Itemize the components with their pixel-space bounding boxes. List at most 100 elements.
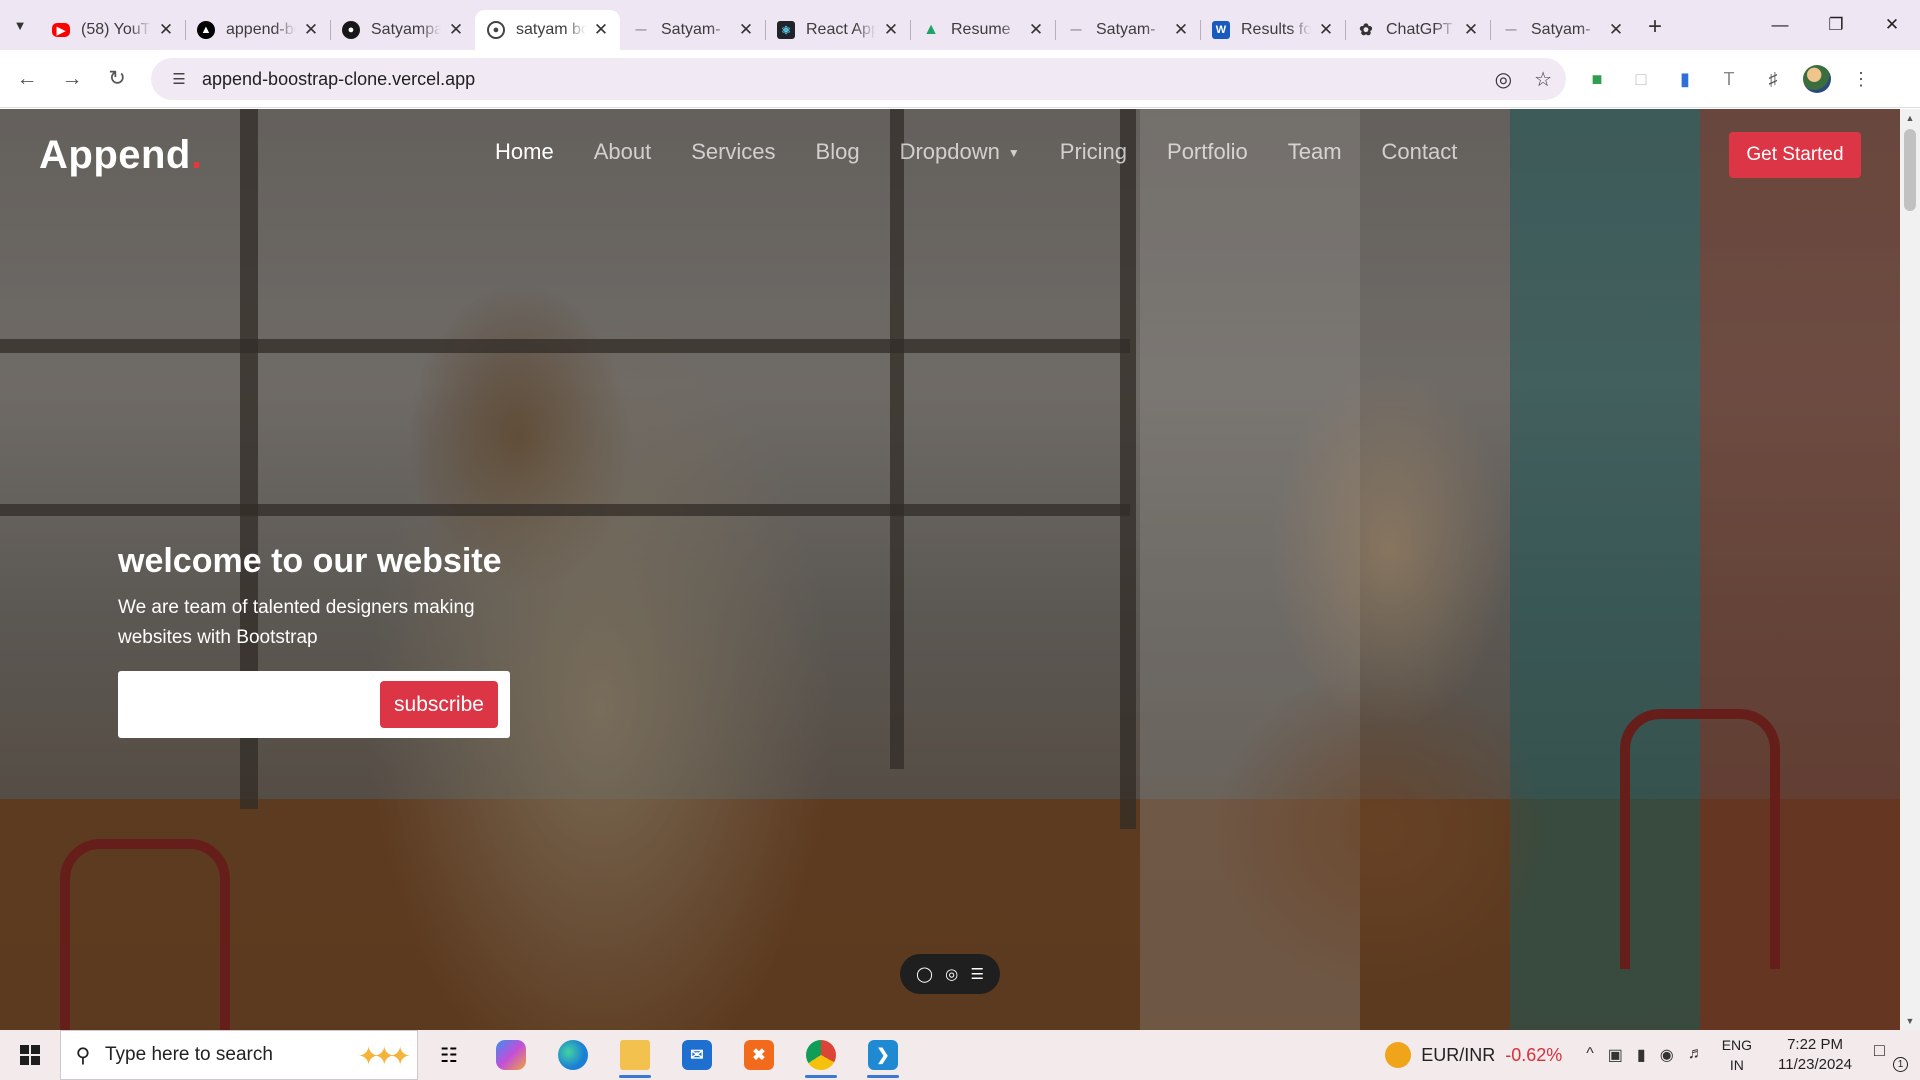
browser-tab[interactable]: ● Satyampandey ✕ [330, 10, 475, 50]
vscode-icon[interactable]: ❯ [852, 1030, 914, 1080]
file-explorer-icon[interactable] [604, 1030, 666, 1080]
minimize-icon[interactable]: — [1752, 0, 1808, 50]
back-icon[interactable]: ← [9, 61, 45, 97]
nav-blog[interactable]: Blog [816, 139, 860, 165]
close-tab-icon[interactable]: ✕ [1607, 20, 1625, 40]
tab-title: Results for [1241, 21, 1311, 38]
browser-tab[interactable]: ⚛ React App ✕ [765, 10, 910, 50]
close-tab-icon[interactable]: ✕ [1462, 20, 1480, 40]
tray-icons: ^ ▣ ▮ ◉ ♬ [1586, 1045, 1703, 1065]
new-tab-button[interactable]: + [1635, 7, 1675, 47]
tab-title: Satyam- [1531, 21, 1591, 38]
window-controls: — ❐ ✕ [1752, 0, 1920, 50]
avatar [1803, 65, 1831, 93]
get-started-button[interactable]: Get Started [1729, 132, 1861, 178]
email-input[interactable] [128, 682, 388, 727]
youtube-icon: ▶ [52, 23, 70, 37]
extension-clipboard-icon[interactable]: ▮ [1670, 64, 1700, 94]
xampp-icon[interactable]: ✖ [728, 1030, 790, 1080]
close-tab-icon[interactable]: ✕ [447, 20, 465, 40]
nav-team[interactable]: Team [1288, 139, 1342, 165]
extensions-area: ■ □ ▮ T ♯ ⋮ [1582, 58, 1876, 100]
start-button[interactable] [0, 1030, 60, 1080]
browser-tab[interactable]: ▲ Resume ✕ [910, 10, 1055, 50]
browser-tab[interactable]: — Satyam- ✕ [620, 10, 765, 50]
extension-image-icon[interactable]: □ [1626, 64, 1656, 94]
comment-icon[interactable]: ◯ [916, 965, 933, 983]
wifi-icon[interactable]: ◉ [1660, 1045, 1674, 1065]
browser-tab-strip: ▼ ▶ (58) YouTube ✕ ▲ append-boostrap ✕ ●… [0, 0, 1920, 50]
scroll-up-icon[interactable]: ▲ [1900, 109, 1920, 127]
nav-home[interactable]: Home [495, 139, 554, 165]
close-tab-icon[interactable]: ✕ [1172, 20, 1190, 40]
task-view-icon[interactable]: ☷ [418, 1030, 480, 1080]
browser-tab[interactable]: ✿ ChatGPT ✕ [1345, 10, 1490, 50]
notification-center-icon[interactable]: □ 1 [1874, 1040, 1910, 1072]
battery-icon[interactable]: ▮ [1637, 1045, 1646, 1065]
mail-logo: ✉ [682, 1040, 712, 1070]
address-bar-actions: ◎ ☆ [1495, 58, 1552, 100]
site-header: Append. Home About Services Blog Dropdow… [0, 109, 1920, 201]
nav-services[interactable]: Services [691, 139, 775, 165]
scroll-down-icon[interactable]: ▼ [1900, 1012, 1920, 1030]
browser-tab[interactable]: — Satyam- ✕ [1055, 10, 1200, 50]
close-tab-icon[interactable]: ✕ [302, 20, 320, 40]
profile-avatar[interactable] [1802, 64, 1832, 94]
clock[interactable]: 7:22 PM 11/23/2024 [1778, 1035, 1852, 1075]
hero-subtitle: We are team of talented designers making… [118, 597, 475, 648]
volume-icon[interactable]: ♬ [1688, 1045, 1704, 1065]
address-bar[interactable]: ☰ append-boostrap-clone.vercel.app ◎ ☆ [151, 58, 1566, 100]
chrome-logo [806, 1040, 836, 1070]
language-indicator[interactable]: ENG IN [1722, 1035, 1752, 1075]
extension-green-icon[interactable]: ■ [1582, 64, 1612, 94]
taskbar-search-box[interactable]: ⚲ Type here to search ✦✦✦ [60, 1030, 418, 1080]
lang-bottom: IN [1729, 1057, 1744, 1073]
chrome-icon[interactable] [790, 1030, 852, 1080]
copilot-icon[interactable] [480, 1030, 542, 1080]
site-info-icon[interactable]: ☰ [160, 70, 198, 88]
close-tab-icon[interactable]: ✕ [882, 20, 900, 40]
meet-icon[interactable]: ▣ [1608, 1045, 1623, 1065]
browser-tab-active[interactable]: ● satyam bootstrap ✕ [475, 10, 620, 50]
close-tab-icon[interactable]: ✕ [1317, 20, 1335, 40]
tab-search-icon[interactable]: ▼ [0, 0, 40, 50]
windows-taskbar: ⚲ Type here to search ✦✦✦ ☷ ✉ ✖ ❯ EUR/IN… [0, 1030, 1920, 1080]
extensions-puzzle-icon[interactable]: ♯ [1758, 64, 1788, 94]
menu-lines-icon[interactable]: ☰ [970, 965, 983, 983]
nav-contact[interactable]: Contact [1382, 139, 1458, 165]
browser-tab[interactable]: W Results for ✕ [1200, 10, 1345, 50]
browser-tab[interactable]: ▲ append-boostrap ✕ [185, 10, 330, 50]
restore-icon[interactable]: ❐ [1808, 0, 1864, 50]
search-icon: ⚲ [75, 1044, 91, 1067]
url-text[interactable]: append-boostrap-clone.vercel.app [202, 69, 475, 90]
nav-pricing[interactable]: Pricing [1060, 139, 1127, 165]
reload-icon[interactable]: ↻ [99, 61, 135, 97]
close-window-icon[interactable]: ✕ [1864, 0, 1920, 50]
nav-portfolio[interactable]: Portfolio [1167, 139, 1248, 165]
site-logo[interactable]: Append. [39, 133, 203, 178]
close-tab-icon[interactable]: ✕ [737, 20, 755, 40]
close-tab-icon[interactable]: ✕ [1027, 20, 1045, 40]
google-drive-icon: ▲ [923, 21, 939, 38]
extension-text-icon[interactable]: T [1714, 64, 1744, 94]
edge-icon[interactable] [542, 1030, 604, 1080]
currency-widget[interactable]: EUR/INR -0.62% [1385, 1042, 1562, 1068]
forward-icon[interactable]: → [54, 61, 90, 97]
eye-icon[interactable]: ◎ [945, 965, 958, 983]
page-scrollbar[interactable]: ▲ ▼ [1900, 109, 1920, 1030]
browser-tab[interactable]: ▶ (58) YouTube ✕ [40, 10, 185, 50]
chevron-up-icon[interactable]: ^ [1586, 1045, 1594, 1065]
lang-top: ENG [1721, 1037, 1753, 1053]
eye-off-icon[interactable]: ◎ [1495, 67, 1512, 92]
close-tab-icon[interactable]: ✕ [157, 20, 175, 40]
subscribe-button[interactable]: subscribe [380, 681, 498, 728]
browser-tab[interactable]: — Satyam- ✕ [1490, 10, 1635, 50]
browser-menu-icon[interactable]: ⋮ [1846, 64, 1876, 94]
nav-about[interactable]: About [594, 139, 652, 165]
close-tab-icon[interactable]: ✕ [592, 20, 610, 40]
scrollbar-thumb[interactable] [1904, 129, 1916, 211]
xampp-logo: ✖ [744, 1040, 774, 1070]
bookmark-star-icon[interactable]: ☆ [1534, 67, 1552, 92]
mail-icon[interactable]: ✉ [666, 1030, 728, 1080]
nav-dropdown[interactable]: Dropdown ▼ [900, 139, 1020, 165]
